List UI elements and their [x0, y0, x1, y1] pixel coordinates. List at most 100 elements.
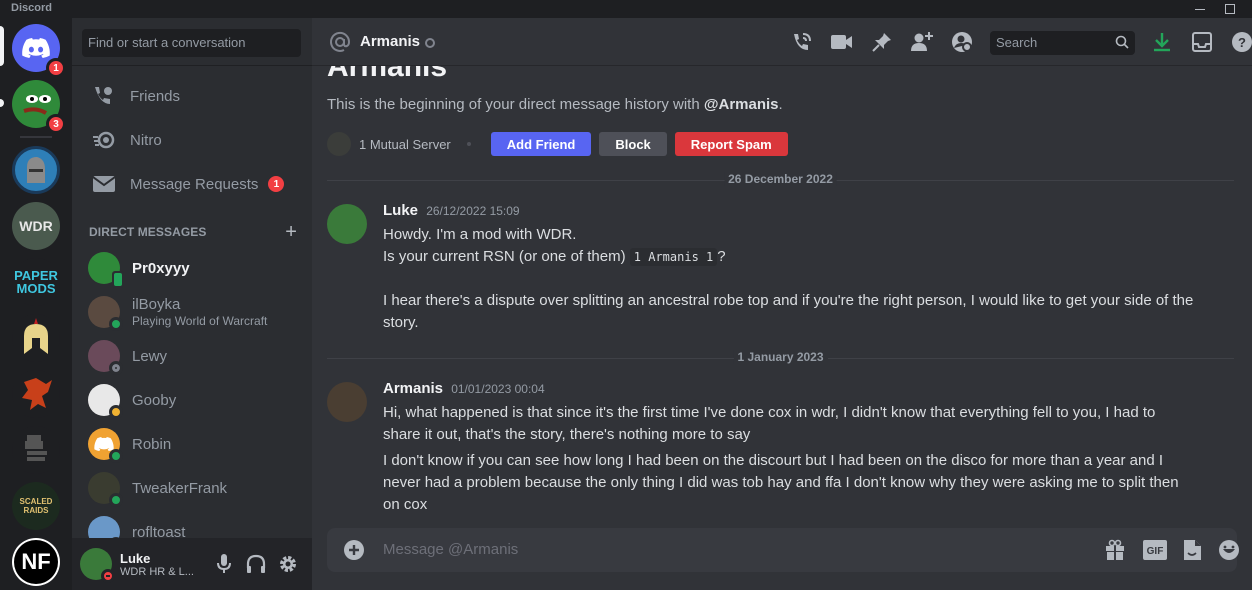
server-grey-helm[interactable] — [12, 426, 60, 474]
download-apps-button[interactable] — [1150, 30, 1174, 54]
message-input[interactable]: Message @Armanis — [383, 541, 518, 558]
dm-item-ilboyka[interactable]: ilBoyka Playing World of Warcraft — [80, 291, 304, 333]
message-author[interactable]: Luke — [383, 202, 418, 219]
gift-icon — [1106, 539, 1124, 560]
user-status-text: WDR HR & L... — [120, 565, 194, 578]
block-button[interactable]: Block — [599, 132, 667, 156]
mute-button[interactable] — [212, 552, 236, 576]
maximize-button[interactable] — [1215, 0, 1245, 18]
spartan-helmet-icon — [12, 314, 60, 362]
author-avatar[interactable] — [327, 204, 367, 244]
direct-messages-header: DIRECT MESSAGES + — [89, 221, 297, 243]
date-divider: 1 January 2023 — [327, 350, 1234, 364]
server-spartan[interactable] — [12, 314, 60, 362]
author-avatar[interactable] — [327, 382, 367, 422]
app-name: Discord — [11, 2, 52, 14]
gif-button[interactable]: GIF — [1143, 538, 1167, 562]
offline-status-icon — [425, 38, 435, 48]
message-timestamp: 26/12/2022 15:09 — [426, 204, 520, 218]
server-scaled-raids[interactable]: SCALED RAIDS — [12, 482, 60, 530]
mutual-servers-link[interactable]: 1 Mutual Server — [359, 137, 451, 152]
inbox-button[interactable] — [1190, 30, 1214, 54]
server-paper-mods[interactable]: PAPER MODS — [12, 258, 60, 306]
nav-nitro[interactable]: Nitro — [80, 119, 304, 161]
emoji-button[interactable] — [1217, 538, 1241, 562]
mobile-status-icon — [112, 271, 124, 288]
pinned-messages-button[interactable] — [870, 30, 894, 54]
pin-icon — [872, 33, 891, 52]
server-icon — [12, 146, 60, 194]
server-nf[interactable]: NF — [12, 538, 60, 586]
avatar — [88, 428, 123, 463]
find-conversation-button[interactable]: Find or start a conversation — [82, 29, 301, 57]
maximize-icon — [1225, 4, 1235, 14]
nav-label: Nitro — [130, 131, 162, 149]
message-author[interactable]: Armanis — [383, 380, 443, 397]
mutual-server-icon — [327, 132, 351, 156]
message-list: Armanis This is the beginning of your di… — [312, 66, 1252, 518]
discord-logo-icon — [94, 437, 114, 451]
report-spam-button[interactable]: Report Spam — [674, 132, 788, 156]
user-avatar[interactable] — [80, 548, 115, 583]
add-friend-button[interactable]: Add Friend — [490, 132, 592, 156]
video-camera-icon — [831, 35, 852, 49]
dm-item-gooby[interactable]: Gooby — [80, 379, 304, 421]
add-user-icon — [911, 32, 933, 51]
nav-friends[interactable]: Friends — [80, 75, 304, 117]
minimize-button[interactable] — [1185, 0, 1215, 18]
dm-item-lewy[interactable]: Lewy — [80, 335, 304, 377]
date-divider: 26 December 2022 — [327, 172, 1234, 186]
nitro-icon — [92, 128, 116, 152]
dm-name: TweakerFrank — [132, 479, 228, 497]
dm-item-pr0xyyy[interactable]: Pr0xyyy — [80, 247, 304, 289]
help-button[interactable]: ? — [1230, 30, 1252, 54]
server-icon: SCALED RAIDS — [12, 482, 60, 530]
help-icon: ? — [1232, 32, 1252, 52]
deafen-button[interactable] — [244, 552, 268, 576]
search-input[interactable]: Search — [990, 31, 1135, 55]
find-conversation-bar: Find or start a conversation — [72, 18, 312, 66]
avatar — [88, 252, 124, 288]
emoji-icon — [1219, 540, 1239, 560]
microphone-icon — [217, 554, 231, 573]
start-video-call-button[interactable] — [830, 30, 854, 54]
avatar — [88, 296, 123, 331]
server-separator — [20, 136, 52, 138]
create-dm-button[interactable]: + — [285, 221, 297, 244]
helmet-icon — [12, 426, 60, 474]
nav-label: Message Requests — [130, 175, 259, 193]
server-wdr[interactable]: WDR — [12, 202, 60, 250]
offline-status-icon — [109, 361, 123, 375]
at-sign-icon — [328, 30, 352, 59]
server-icon: WDR — [12, 202, 60, 250]
start-voice-call-button[interactable] — [790, 30, 814, 54]
server-initials: NF — [14, 540, 58, 584]
message-line: Is your current RSN (or one of them) 1 A… — [383, 246, 1203, 268]
envelope-icon — [92, 172, 116, 196]
dm-intro-text: This is the beginning of your direct mes… — [327, 96, 783, 113]
nav-message-requests[interactable]: Message Requests 1 — [80, 163, 304, 205]
message-header: Luke 26/12/2022 15:09 — [383, 202, 520, 219]
gift-button[interactable] — [1103, 538, 1127, 562]
dnd-status-icon — [101, 569, 115, 583]
dm-item-robin[interactable]: Robin — [80, 423, 304, 465]
home-button[interactable]: 1 — [12, 24, 66, 78]
server-dragon[interactable] — [12, 370, 60, 418]
dm-item-tweakerfrank[interactable]: TweakerFrank — [80, 467, 304, 509]
upload-button[interactable] — [343, 539, 365, 566]
gif-icon: GIF — [1143, 540, 1167, 560]
server-knight[interactable] — [12, 146, 60, 194]
inbox-icon — [1192, 32, 1212, 52]
online-status-icon — [109, 449, 123, 463]
svg-text:GIF: GIF — [1147, 546, 1164, 557]
user-settings-button[interactable] — [276, 552, 300, 576]
sticker-button[interactable] — [1180, 538, 1204, 562]
user-profile-button[interactable] — [950, 30, 974, 54]
server-pepe[interactable]: 3 — [12, 80, 66, 134]
add-friends-to-dm-button[interactable] — [910, 30, 934, 54]
phone-call-icon — [794, 33, 811, 50]
server-list: 1 3 WDR PAPER MODS SCALED RAIDS NF — [0, 18, 72, 590]
message-header: Armanis 01/01/2023 00:04 — [383, 380, 545, 397]
plus-circle-icon — [344, 540, 364, 560]
dm-recipient-name: Armanis — [327, 66, 448, 83]
